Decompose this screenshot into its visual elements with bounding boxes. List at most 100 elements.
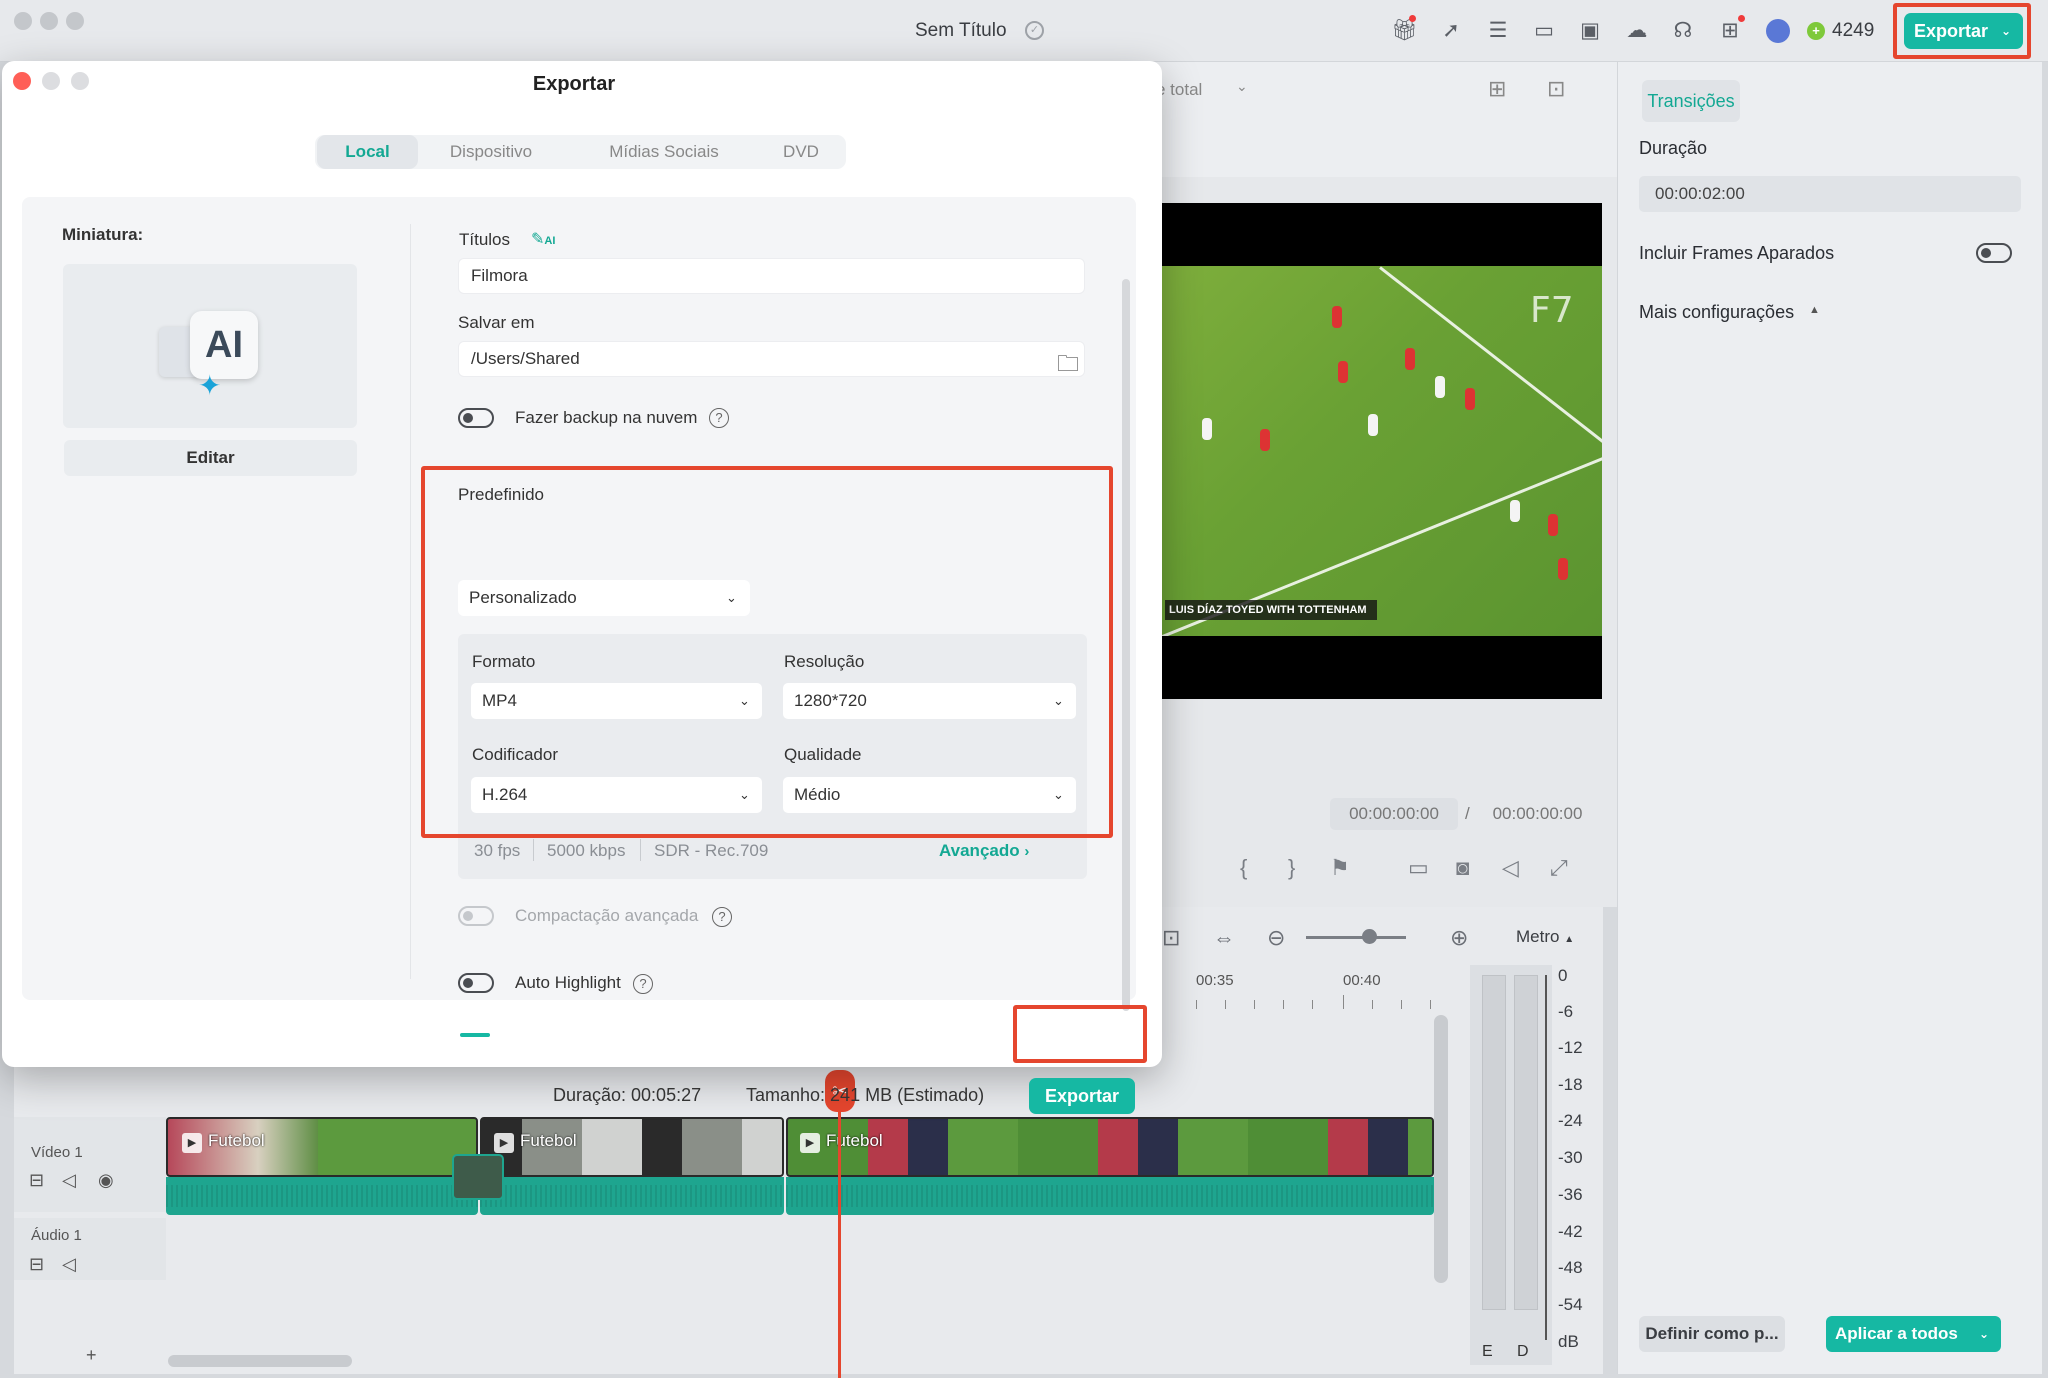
audio-waveform[interactable] — [480, 1177, 784, 1215]
zoom-slider-handle[interactable] — [1362, 929, 1377, 944]
export-destination-tabs: Local Dispositivo Mídias Sociais DVD — [315, 135, 846, 169]
set-default-button[interactable]: Definir como p... — [1639, 1316, 1785, 1352]
timecode-current[interactable]: 00:00:00:00 — [1330, 798, 1458, 830]
preview-quality-dropdown[interactable]: e total — [1156, 80, 1202, 100]
meter-scale-label: -6 — [1558, 1002, 1574, 1021]
tab-device[interactable]: Dispositivo — [425, 135, 557, 169]
speaker-icon[interactable]: ◁ — [62, 1170, 76, 1191]
export-duration: Duração: 00:05:27 — [553, 1085, 702, 1105]
apps-icon[interactable]: ⊞ — [1717, 18, 1743, 44]
add-track-button[interactable]: + — [86, 1345, 97, 1366]
duration-field[interactable]: 00:00:02:00 — [1639, 176, 2021, 212]
chevron-right-icon: › — [1024, 843, 1030, 860]
headset-icon[interactable]: ☊ — [1670, 18, 1696, 44]
cloud-icon[interactable]: ☁ — [1624, 18, 1650, 44]
tab-local[interactable]: Local — [317, 135, 418, 169]
clip-label: Futebol — [826, 1131, 883, 1150]
more-settings-toggle[interactable]: Mais configurações — [1639, 302, 1794, 323]
folder-icon[interactable]: 🗀︎ — [1057, 347, 1079, 385]
volume-icon[interactable]: ◁ — [1502, 855, 1519, 881]
tab-dvd[interactable]: DVD — [767, 135, 835, 169]
playhead[interactable] — [838, 1090, 841, 1378]
timeline-vertical-scrollbar[interactable] — [1434, 1015, 1448, 1283]
display-icon[interactable]: ▭ — [1408, 855, 1429, 881]
advanced-settings-link[interactable]: Avançado › — [939, 841, 1029, 861]
meter-dropdown-label: Metro — [1516, 927, 1560, 946]
project-title: Sem Título — [915, 20, 1007, 41]
help-icon[interactable]: ? — [712, 907, 732, 927]
mark-in-icon[interactable]: { — [1240, 855, 1247, 881]
speaker-icon[interactable]: ◁ — [62, 1254, 76, 1275]
scope-icon[interactable]: ⊡ — [1547, 76, 1565, 102]
clip-label: Futebol — [520, 1131, 577, 1150]
thumbnail-label: Miniatura: — [62, 225, 144, 244]
window-minimize-button[interactable] — [40, 12, 58, 30]
zoom-slider[interactable] — [1306, 936, 1406, 939]
fit-icon[interactable]: ⇔ — [1213, 925, 1235, 951]
meter-scale-label: -24 — [1558, 1111, 1583, 1130]
dialog-scrollbar[interactable] — [1122, 279, 1130, 1011]
ruler-label: 00:40 — [1343, 972, 1381, 989]
video-clip[interactable]: ▶ Futebol — [166, 1117, 478, 1177]
play-icon: ▶ — [800, 1133, 820, 1153]
save-path-input[interactable]: /Users/Shared — [458, 341, 1085, 377]
grid-view-icon[interactable]: ⊞ — [1488, 76, 1506, 102]
clip-icon[interactable]: ⊡ — [1162, 925, 1180, 951]
notification-dot — [1409, 15, 1416, 22]
include-frames-label: Incluir Frames Aparados — [1639, 243, 1835, 263]
advanced-label: Avançado — [939, 841, 1020, 860]
titles-label: Títulos — [459, 230, 511, 249]
export-button[interactable]: Exportar — [1029, 1078, 1135, 1114]
video-track-header — [14, 1117, 166, 1212]
include-frames-toggle[interactable] — [1976, 243, 2012, 263]
zoom-in-icon[interactable]: ⊕ — [1450, 925, 1468, 951]
highlight-preset-section — [421, 466, 1113, 838]
preview-toolbar: e total ⌄ ⊞ ⊡ — [1150, 62, 1617, 177]
meter-scale-label: dB — [1558, 1332, 1579, 1351]
meter-scale-label: 0 — [1558, 966, 1568, 985]
cloud-backup-toggle[interactable] — [458, 408, 494, 428]
title-input[interactable]: Filmora — [458, 258, 1085, 294]
saved-check-icon: ✓ — [1025, 21, 1044, 40]
video-clip[interactable]: ▶ Futebol — [786, 1117, 1434, 1177]
mark-out-icon[interactable]: } — [1288, 855, 1295, 881]
user-avatar[interactable] — [1766, 19, 1790, 43]
help-icon[interactable]: ? — [709, 408, 729, 428]
send-icon[interactable]: ➚ — [1438, 18, 1464, 44]
advanced-compression-toggle[interactable] — [458, 906, 494, 926]
audio-waveform[interactable] — [786, 1177, 1434, 1215]
timeline-horizontal-scrollbar[interactable] — [168, 1355, 352, 1367]
window-close-button[interactable] — [14, 12, 32, 30]
help-icon[interactable]: ? — [633, 974, 653, 994]
snapshot-icon[interactable]: ◙ — [1456, 855, 1469, 881]
eye-icon[interactable]: ◉ — [98, 1170, 114, 1191]
transition-marker[interactable] — [452, 1154, 504, 1200]
auto-highlight-toggle[interactable] — [458, 973, 494, 993]
video-clip[interactable]: ▶ Futebol — [480, 1117, 784, 1177]
video-track-label: Vídeo 1 — [31, 1144, 83, 1161]
save-icon[interactable]: ▣ — [1577, 18, 1603, 44]
spec-divider — [533, 839, 534, 861]
lock-icon[interactable]: ⊟ — [29, 1254, 44, 1275]
meter-dropdown[interactable]: Metro ▲ — [1516, 927, 1574, 947]
tasks-icon[interactable]: ☰ — [1485, 18, 1511, 44]
chevron-down-icon: ⌄ — [1978, 1327, 1989, 1341]
meter-scale-label: -36 — [1558, 1185, 1583, 1204]
audio-waveform[interactable] — [166, 1177, 478, 1215]
save-in-label: Salvar em — [458, 313, 535, 332]
tab-social-media[interactable]: Mídias Sociais — [595, 135, 733, 169]
zoom-out-icon[interactable]: ⊖ — [1267, 925, 1285, 951]
fullscreen-icon[interactable]: ⤢ — [1550, 855, 1568, 881]
partial-toggle[interactable] — [460, 1033, 490, 1037]
ai-badge: AI — [544, 235, 556, 247]
lock-icon[interactable]: ⊟ — [29, 1170, 44, 1191]
ai-title-icon[interactable]: ✎AI — [531, 229, 555, 249]
tab-transitions[interactable]: Transições — [1642, 80, 1740, 122]
layout-icon[interactable]: ▭ — [1531, 18, 1557, 44]
meter-scale-label: -12 — [1558, 1038, 1583, 1057]
edit-thumbnail-button[interactable]: Editar — [64, 440, 357, 476]
marker-icon[interactable]: ⚑ — [1330, 855, 1350, 881]
highlight-export-button — [1013, 1005, 1147, 1063]
apply-all-button[interactable]: Aplicar a todos ⌄ — [1826, 1316, 2001, 1352]
window-zoom-button[interactable] — [66, 12, 84, 30]
